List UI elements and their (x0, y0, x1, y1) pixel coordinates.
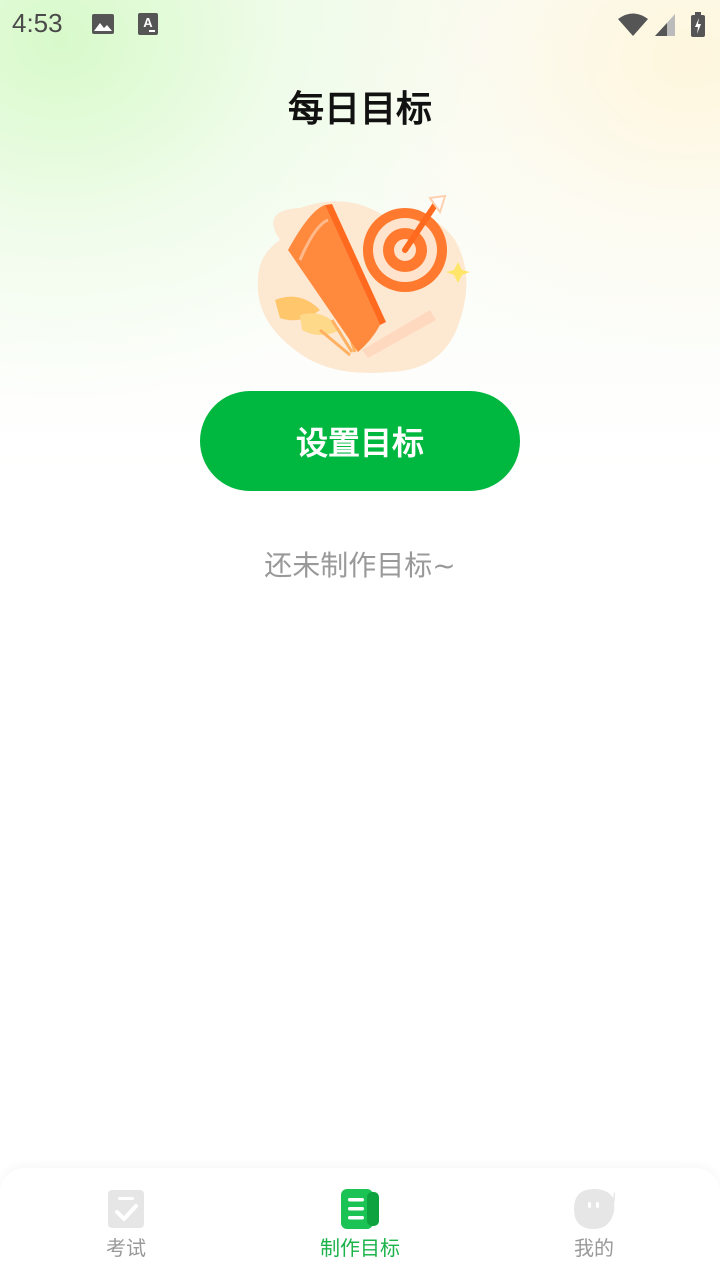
exam-icon (108, 1190, 144, 1228)
battery-charging-icon (691, 12, 705, 37)
image-icon (92, 14, 114, 34)
signal-icon (655, 14, 675, 36)
tab-goal-label: 制作目标 (320, 1236, 400, 1260)
empty-state-text: 还未制作目标~ (264, 549, 456, 582)
tab-exam-label: 考试 (106, 1236, 146, 1260)
tab-profile-label: 我的 (574, 1236, 614, 1260)
svg-text:A: A (143, 15, 153, 30)
status-bar: 4:53 A (0, 0, 720, 50)
status-time: 4:53 (12, 8, 63, 38)
wifi-icon (618, 13, 648, 36)
page-title: 每日目标 (287, 89, 432, 130)
profile-icon (574, 1189, 615, 1229)
tab-goal[interactable]: 制作目标 (240, 1168, 480, 1280)
bottom-tab-bar: 考试 制作目标 我的 (0, 1168, 720, 1280)
text-a-icon: A (138, 13, 158, 35)
set-goal-button[interactable]: 设置目标 (200, 391, 520, 491)
tab-profile[interactable]: 我的 (474, 1168, 714, 1280)
goal-icon (341, 1189, 379, 1229)
tab-exam[interactable]: 考试 (6, 1168, 246, 1280)
book-target-illustration (257, 194, 470, 374)
